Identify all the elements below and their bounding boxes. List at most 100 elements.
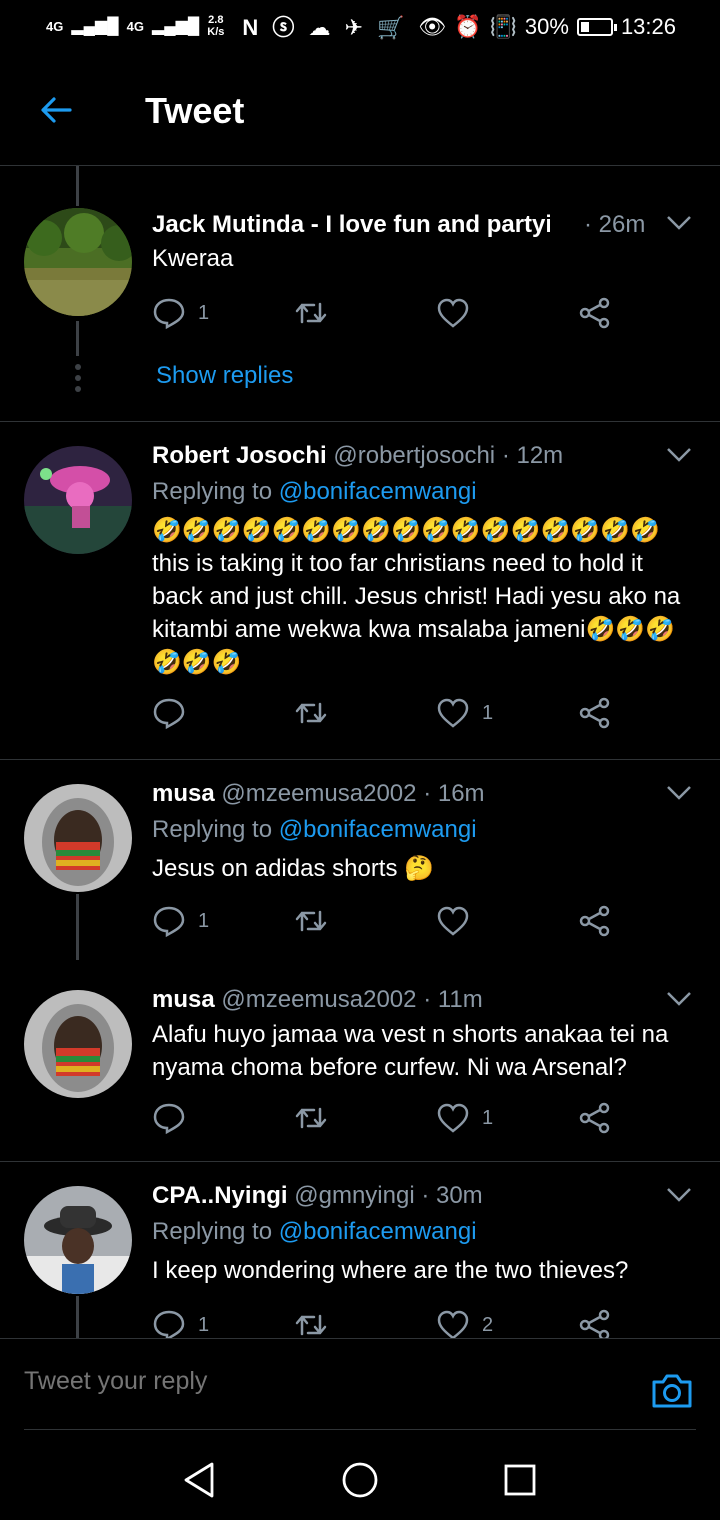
- avatar[interactable]: [24, 208, 132, 316]
- user-handle[interactable]: @mzeemusa2002: [221, 780, 416, 807]
- tweet-time: · 26m: [584, 211, 646, 238]
- nav-home-icon[interactable]: [338, 1458, 382, 1502]
- like-button[interactable]: [436, 904, 482, 938]
- avatar[interactable]: [24, 990, 132, 1098]
- retweet-icon: [295, 302, 327, 324]
- display-name[interactable]: Robert Josochi: [152, 442, 327, 469]
- like-button[interactable]: 1: [436, 696, 493, 730]
- share-icon: [579, 1309, 610, 1338]
- like-button[interactable]: 2: [436, 1308, 493, 1338]
- battery-icon: [576, 18, 617, 36]
- retweet-icon: [295, 1107, 327, 1129]
- mention-link[interactable]: @bonifacemwangi: [279, 1218, 477, 1245]
- tweet-header: CPA..Nyingi @gmnyingi · 30m: [152, 1182, 660, 1210]
- thread-line: [76, 1296, 79, 1338]
- retweet-button[interactable]: [294, 904, 340, 938]
- like-count: 2: [482, 1313, 494, 1336]
- tweet-time: · 11m: [423, 986, 483, 1013]
- like-button[interactable]: 1: [436, 1101, 493, 1135]
- tweet-item[interactable]: Robert Josochi @robertjosochi · 12m Repl…: [0, 422, 720, 758]
- retweet-button[interactable]: [294, 296, 340, 330]
- clock: 13:26: [620, 14, 676, 39]
- display-name[interactable]: Jack Mutinda - I love fun and partyi...: [152, 211, 550, 238]
- replying-prefix: Replying to: [152, 816, 273, 843]
- like-count: 1: [482, 1106, 494, 1129]
- tweet-text: Alafu huyo jamaa wa vest n shorts anakaa…: [152, 1021, 669, 1081]
- nav-recents-icon[interactable]: [498, 1458, 542, 1502]
- mention-link[interactable]: @bonifacemwangi: [279, 478, 477, 505]
- system-nav-bar: [0, 1432, 720, 1520]
- mention-link[interactable]: @bonifacemwangi: [279, 816, 477, 843]
- like-button[interactable]: [436, 296, 482, 330]
- avatar[interactable]: [24, 1186, 132, 1294]
- share-button[interactable]: [578, 904, 612, 938]
- nav-back-icon[interactable]: [178, 1458, 222, 1502]
- reply-icon: [153, 298, 185, 330]
- retweet-button[interactable]: [294, 696, 340, 730]
- display-name[interactable]: CPA..Nyingi: [152, 1182, 288, 1209]
- notification-icons: N ⓢ ☁ ✈ 🛒: [242, 15, 409, 40]
- tweet-header: musa @mzeemusa2002 · 11m: [152, 986, 660, 1014]
- reply-button[interactable]: 1: [152, 1308, 209, 1338]
- back-arrow-icon[interactable]: [34, 88, 78, 132]
- tweet-item[interactable]: musa @mzeemusa2002 · 16m Replying to @bo…: [0, 760, 720, 960]
- retweet-button[interactable]: [294, 1308, 340, 1338]
- display-name[interactable]: musa: [152, 986, 215, 1013]
- reply-button[interactable]: 1: [152, 904, 209, 938]
- replies-feed[interactable]: Jack Mutinda - I love fun and partyi... …: [0, 166, 720, 1338]
- chevron-down-icon[interactable]: [666, 784, 692, 802]
- retweet-button[interactable]: [294, 1101, 340, 1135]
- reply-icon: [153, 906, 185, 938]
- speed-value: 2.8: [208, 14, 224, 26]
- camera-icon[interactable]: [650, 1369, 694, 1413]
- reply-button[interactable]: [152, 1101, 198, 1135]
- tweet-time: · 16m: [423, 780, 485, 807]
- avatar-image: [24, 1186, 132, 1294]
- tweet-text: Jesus on adidas shorts 🤔: [152, 855, 435, 882]
- share-button[interactable]: [578, 1101, 612, 1135]
- heart-icon: [437, 1103, 469, 1133]
- retweet-icon: [295, 702, 327, 724]
- tweet-item[interactable]: Jack Mutinda - I love fun and partyi... …: [0, 166, 720, 421]
- user-handle[interactable]: @robertjosochi: [333, 442, 495, 469]
- reply-composer: [0, 1338, 720, 1430]
- chevron-down-icon[interactable]: [666, 990, 692, 1008]
- tweet-time: · 30m: [421, 1182, 483, 1209]
- tweet-item[interactable]: musa @mzeemusa2002 · 11m Alafu huyo jama…: [0, 966, 720, 1162]
- tweet-item[interactable]: CPA..Nyingi @gmnyingi · 30m Replying to …: [0, 1162, 720, 1338]
- chevron-down-icon[interactable]: [666, 1186, 692, 1204]
- replying-to: Replying to @bonifacemwangi: [152, 1218, 477, 1246]
- tweet-actions: 1: [152, 696, 622, 736]
- like-count: 1: [482, 701, 494, 724]
- alarm-icon: ⏰: [454, 14, 482, 39]
- heart-icon: [437, 906, 469, 936]
- reply-input[interactable]: [24, 1367, 584, 1396]
- signal-icon-2: ▂▄▆█: [151, 18, 200, 35]
- user-handle[interactable]: @gmnyingi: [294, 1182, 414, 1209]
- app-header: Tweet: [0, 56, 720, 166]
- network-indicator-1: 4G: [46, 18, 64, 34]
- reply-icon: [153, 698, 185, 730]
- avatar[interactable]: [24, 784, 132, 892]
- share-button[interactable]: [578, 696, 612, 730]
- chevron-down-icon[interactable]: [666, 214, 692, 232]
- tweet-actions: 1: [152, 1101, 622, 1141]
- share-button[interactable]: [578, 1308, 612, 1338]
- user-handle[interactable]: @mzeemusa2002: [221, 986, 416, 1013]
- heart-icon: [437, 1310, 469, 1338]
- thread-line: [76, 321, 79, 356]
- avatar[interactable]: [24, 446, 132, 554]
- tweet-actions: 1: [152, 296, 622, 336]
- page-title: Tweet: [145, 90, 245, 131]
- share-button[interactable]: [578, 296, 612, 330]
- reply-button[interactable]: 1: [152, 296, 209, 330]
- data-speed: 2.8 K/s: [207, 14, 224, 38]
- display-name[interactable]: musa: [152, 780, 215, 807]
- avatar-image: [24, 446, 132, 554]
- reply-button[interactable]: [152, 696, 198, 730]
- tweet-header: Robert Josochi @robertjosochi · 12m: [152, 442, 660, 470]
- replying-prefix: Replying to: [152, 1218, 273, 1245]
- show-replies-link[interactable]: Show replies: [156, 362, 293, 390]
- chevron-down-icon[interactable]: [666, 446, 692, 464]
- retweet-icon: [295, 910, 327, 932]
